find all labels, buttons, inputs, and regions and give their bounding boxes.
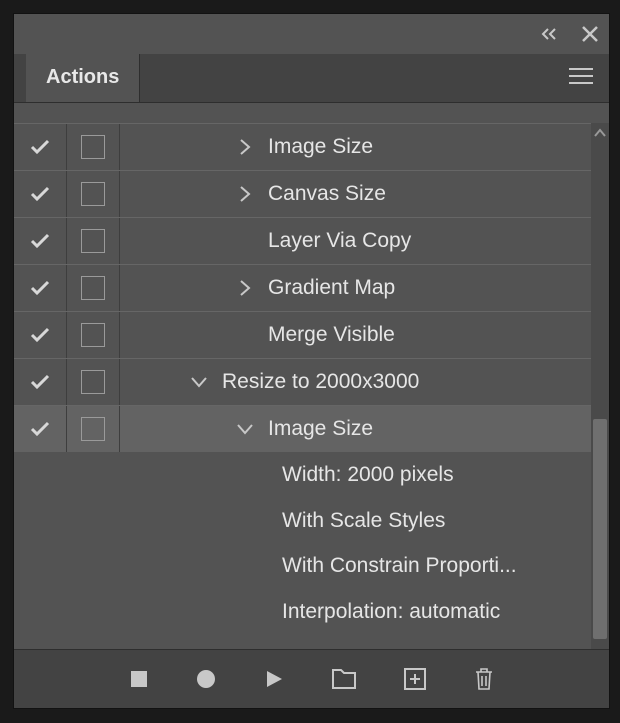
action-detail: Interpolation: automatic xyxy=(14,589,609,635)
dialog-toggle[interactable] xyxy=(81,276,105,300)
chevron-right-icon[interactable] xyxy=(222,279,268,297)
record-button[interactable] xyxy=(196,669,216,689)
action-row[interactable]: Canvas Size xyxy=(14,170,609,217)
dialog-toggle[interactable] xyxy=(81,370,105,394)
action-label: Resize to 2000x3000 xyxy=(222,370,419,394)
dialog-toggle[interactable] xyxy=(81,182,105,206)
scrollbar[interactable] xyxy=(591,123,609,649)
panel-titlebar xyxy=(14,14,609,54)
collapse-icon[interactable] xyxy=(541,27,563,41)
action-row[interactable]: Gradient Map xyxy=(14,264,609,311)
dialog-toggle[interactable] xyxy=(81,323,105,347)
action-row[interactable]: Merge Visible xyxy=(14,311,609,358)
play-button[interactable] xyxy=(264,669,284,689)
action-detail: Width: 2000 pixels xyxy=(14,452,609,498)
chevron-down-icon[interactable] xyxy=(176,376,222,388)
new-action-button[interactable] xyxy=(404,668,426,690)
panel-footer xyxy=(14,649,609,708)
action-label: Merge Visible xyxy=(268,323,395,347)
tab-actions[interactable]: Actions xyxy=(26,54,140,102)
scroll-up-icon[interactable] xyxy=(591,127,609,141)
scroll-thumb[interactable] xyxy=(593,419,607,639)
actions-panel: Actions Image Size Canvas Size xyxy=(14,14,609,708)
action-row[interactable]: Resize to 2000x3000 xyxy=(14,358,609,405)
action-label: Image Size xyxy=(268,135,373,159)
action-label: Gradient Map xyxy=(268,276,395,300)
actions-list: Image Size Canvas Size Layer Via Copy Gr… xyxy=(14,123,609,649)
action-row[interactable]: Layer Via Copy xyxy=(14,217,609,264)
action-label: Canvas Size xyxy=(268,182,386,206)
action-label: Image Size xyxy=(268,417,373,441)
check-icon[interactable] xyxy=(30,186,50,202)
action-row[interactable]: Image Size xyxy=(14,123,609,170)
close-icon[interactable] xyxy=(581,25,599,43)
check-icon[interactable] xyxy=(30,421,50,437)
dialog-toggle[interactable] xyxy=(81,229,105,253)
chevron-right-icon[interactable] xyxy=(222,185,268,203)
chevron-right-icon[interactable] xyxy=(222,138,268,156)
tab-bar: Actions xyxy=(14,54,609,103)
dialog-toggle[interactable] xyxy=(81,417,105,441)
check-icon[interactable] xyxy=(30,233,50,249)
delete-button[interactable] xyxy=(474,667,494,691)
panel-menu-icon[interactable] xyxy=(569,67,593,90)
chevron-down-icon[interactable] xyxy=(222,423,268,435)
check-icon[interactable] xyxy=(30,327,50,343)
action-detail: With Constrain Proporti... xyxy=(14,543,609,589)
action-row-selected[interactable]: Image Size xyxy=(14,405,609,452)
action-detail: With Scale Styles xyxy=(14,498,609,544)
check-icon[interactable] xyxy=(30,139,50,155)
check-icon[interactable] xyxy=(30,374,50,390)
stop-button[interactable] xyxy=(130,670,148,688)
action-label: Layer Via Copy xyxy=(268,229,411,253)
dialog-toggle[interactable] xyxy=(81,135,105,159)
check-icon[interactable] xyxy=(30,280,50,296)
new-set-button[interactable] xyxy=(332,669,356,689)
